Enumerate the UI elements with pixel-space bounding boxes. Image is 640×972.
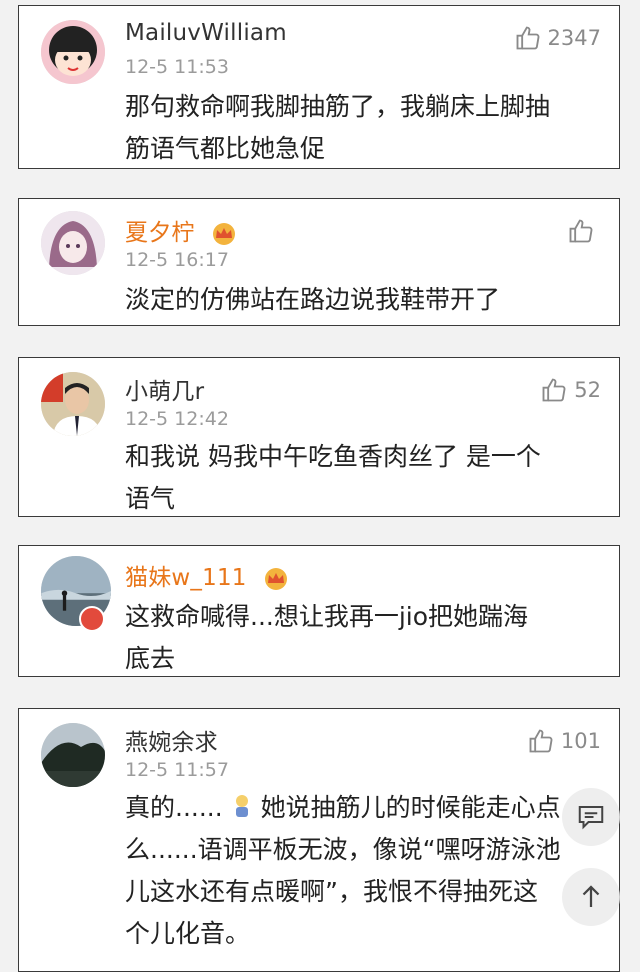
verified-badge <box>79 606 105 632</box>
avatar[interactable] <box>41 372 105 436</box>
username[interactable]: 猫妹w_111 <box>125 558 292 592</box>
timestamp: 12-5 11:57 <box>125 759 229 781</box>
comment-line: 底去 <box>125 644 176 673</box>
comment-line: 么......语调平板无波，像说“嘿呀游泳池 <box>125 835 561 864</box>
comment-card: MailuvWilliam 12-5 11:53 2347 那句救命啊我脚抽筋了… <box>18 5 620 169</box>
comment-text: 淡定的仿佛站在路边说我鞋带开了 <box>125 279 589 321</box>
username-text: 夏夕柠 <box>125 220 195 246</box>
comment-line: 语气 <box>125 484 176 513</box>
timestamp: 12-5 16:17 <box>125 249 229 271</box>
thumbs-up-icon <box>516 26 539 50</box>
comment-card: 夏夕柠 12-5 16:17 淡定的仿佛站在路边说我鞋带开了 <box>18 198 620 326</box>
comment-line: 个儿化音。 <box>125 919 251 948</box>
comment-line: 真的...... 她说抽筋儿的时候能走心点 <box>125 787 589 829</box>
avatar[interactable] <box>41 211 105 275</box>
username[interactable]: 小萌几r <box>125 372 204 406</box>
comment-line: 和我说 妈我中午吃鱼香肉丝了 是一个 <box>125 442 541 471</box>
comment-line: 筋语气都比她急促 <box>125 134 326 163</box>
comment-text: 和我说 妈我中午吃鱼香肉丝了 是一个 语气 <box>125 436 589 520</box>
comment-card: 小萌几r 12-5 12:42 52 和我说 妈我中午吃鱼香肉丝了 是一个 语气 <box>18 357 620 517</box>
comment-text: 那句救命啊我脚抽筋了，我躺床上脚抽 筋语气都比她急促 <box>125 86 589 170</box>
scroll-top-button[interactable] <box>562 868 620 926</box>
thumbs-up-icon <box>542 378 566 402</box>
comment-line: 那句救命啊我脚抽筋了，我躺床上脚抽 <box>125 92 551 121</box>
thumbs-up-icon <box>569 219 593 243</box>
comment-line-part: 她说抽筋儿的时候能走心点 <box>260 793 561 822</box>
like-button[interactable]: 2347 <box>514 24 601 52</box>
like-count: 52 <box>574 378 601 402</box>
comment-line: 儿这水还有点暖啊”，我恨不得抽死这 <box>125 877 538 906</box>
comment-card: 燕婉余求 12-5 11:57 101 真的...... 她说抽筋儿的时候能走心… <box>18 708 620 972</box>
comment-line-part: 真的...... <box>125 793 223 822</box>
username[interactable]: 燕婉余求 <box>125 723 218 757</box>
comment-line: 淡定的仿佛站在路边说我鞋带开了 <box>125 285 501 314</box>
arrow-up-icon <box>582 885 600 907</box>
timestamp: 12-5 11:53 <box>125 56 229 78</box>
like-count: 2347 <box>547 26 601 50</box>
comment-icon <box>578 806 604 830</box>
comment-line: 这救命喊得...想让我再一jio把她踹海 <box>125 602 529 631</box>
thumbs-up-icon <box>529 729 553 753</box>
comment-text: 真的...... 她说抽筋儿的时候能走心点 么......语调平板无波，像说“嘿… <box>125 787 589 955</box>
emoji-icon <box>235 795 248 817</box>
like-count: 101 <box>560 729 601 753</box>
like-button[interactable] <box>567 217 601 245</box>
avatar[interactable] <box>41 723 105 787</box>
comment-card: 猫妹w_111 这救命喊得...想让我再一jio把她踹海 底去 <box>18 545 620 677</box>
avatar[interactable] <box>41 20 105 84</box>
crown-icon <box>265 567 288 590</box>
comment-text: 这救命喊得...想让我再一jio把她踹海 底去 <box>125 596 589 680</box>
crown-icon <box>213 222 236 245</box>
like-button[interactable]: 52 <box>540 376 601 404</box>
like-button[interactable]: 101 <box>527 727 601 755</box>
comment-fab-button[interactable] <box>562 788 620 846</box>
username[interactable]: MailuvWilliam <box>125 20 287 46</box>
username-text: 猫妹w_111 <box>125 565 247 591</box>
username[interactable]: 夏夕柠 <box>125 213 240 247</box>
timestamp: 12-5 12:42 <box>125 408 229 430</box>
